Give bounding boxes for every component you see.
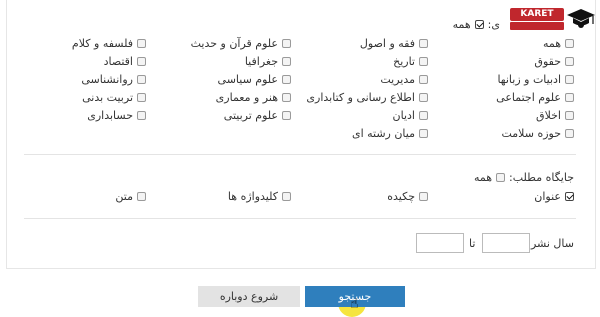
subject-checkbox[interactable]: علوم اجتماعی (496, 90, 574, 104)
checkbox-box[interactable] (282, 56, 291, 66)
checkbox-box[interactable] (419, 128, 428, 138)
checkbox-box[interactable] (419, 191, 428, 201)
subject-label: فقه و اصول (359, 36, 415, 50)
subject-checkbox[interactable]: میان رشته ای (352, 126, 428, 140)
position-option-label: متن (115, 189, 133, 203)
position-option-keywords[interactable]: کلیدواژه ها (228, 189, 291, 203)
subject-checkbox[interactable]: اطلاع رسانی و کتابداری (306, 90, 428, 104)
subject-label: جغرافیا (244, 54, 278, 68)
subjects-header-checkbox[interactable] (474, 19, 484, 29)
checkbox-box[interactable] (565, 92, 574, 102)
checkbox-box[interactable] (565, 56, 574, 66)
subject-checkbox[interactable]: علوم تربیتی (224, 108, 291, 122)
subject-checkbox[interactable]: مدیریت (380, 72, 428, 86)
logo-brand-text: KARET (510, 8, 564, 21)
subject-label: روانشناسی (81, 72, 133, 86)
subject-label: مدیریت (380, 72, 415, 86)
position-option-label: کلیدواژه ها (227, 189, 278, 203)
subject-label: همه (542, 36, 561, 50)
reset-button[interactable]: شروع دوباره (198, 286, 300, 307)
divider (24, 218, 576, 219)
checkbox-box[interactable] (282, 74, 291, 84)
subject-label: ادبیات و زبانها (497, 72, 561, 86)
checkbox-box[interactable] (419, 56, 428, 66)
graduation-cap-icon (567, 9, 595, 28)
checkbox-box[interactable] (137, 191, 146, 201)
subject-label: هنر و معماری (215, 90, 278, 104)
subject-label: میان رشته ای (351, 126, 415, 140)
subject-checkbox[interactable]: روانشناسی (81, 72, 146, 86)
logo-subtitle-bar (510, 22, 564, 30)
checkbox-box[interactable] (565, 38, 574, 48)
subject-label: اخلاق (536, 108, 561, 122)
subject-checkbox[interactable]: جغرافیا (245, 54, 291, 68)
subject-label: فلسفه و کلام (71, 36, 133, 50)
subject-checkbox[interactable]: حوزه سلامت (501, 126, 574, 140)
subject-label: علوم اجتماعی (496, 90, 561, 104)
checkbox-box[interactable] (137, 74, 146, 84)
subject-label: اطلاع رسانی و کتابداری (306, 90, 415, 104)
subject-checkbox[interactable]: ادبیات و زبانها (497, 72, 574, 86)
checkbox-box[interactable] (419, 92, 428, 102)
checkbox-box[interactable] (282, 191, 291, 201)
position-option-text[interactable]: متن (115, 189, 146, 203)
checkbox-box[interactable] (137, 38, 146, 48)
subject-checkbox[interactable]: اخلاق (536, 108, 574, 122)
position-option-label: چکیده (387, 189, 415, 203)
year-to-input[interactable] (416, 233, 464, 253)
subject-checkbox[interactable]: حسابداری (87, 108, 146, 122)
subject-checkbox[interactable]: حقوق (534, 54, 574, 68)
position-label: جایگاه مطلب: (509, 170, 574, 184)
position-option-title[interactable]: عنوان (534, 189, 574, 203)
checkbox-box[interactable] (419, 38, 428, 48)
subjects-header: ی: همه (453, 17, 500, 31)
subject-checkbox[interactable]: فلسفه و کلام (72, 36, 146, 50)
subjects-header-suffix: ی: (487, 17, 500, 31)
position-header: جایگاه مطلب: همه (474, 170, 574, 184)
subjects-header-all-label: همه (452, 17, 471, 31)
subject-label: اقتصاد (103, 54, 133, 68)
checkbox-box[interactable] (565, 191, 574, 201)
divider (24, 154, 576, 155)
subject-label: علوم سیاسی (217, 72, 278, 86)
year-to-label: تا (469, 237, 476, 250)
position-option-label: عنوان (534, 189, 561, 203)
subject-checkbox[interactable]: هنر و معماری (216, 90, 291, 104)
subject-checkbox[interactable]: همه (543, 36, 574, 50)
subject-label: حوزه سلامت (501, 126, 561, 140)
position-option-abstract[interactable]: چکیده (387, 189, 428, 203)
subject-checkbox[interactable]: تربیت بدنی (82, 90, 146, 104)
karet-logo: KARET (506, 5, 600, 33)
checkbox-box[interactable] (565, 74, 574, 84)
subject-label: ادیان (392, 108, 415, 122)
checkbox-box[interactable] (419, 110, 428, 120)
subject-label: علوم تربیتی (223, 108, 278, 122)
checkbox-box[interactable] (282, 92, 291, 102)
subject-label: علوم قرآن و حدیث (190, 36, 278, 50)
subject-checkbox[interactable]: اقتصاد (104, 54, 146, 68)
subject-checkbox[interactable]: علوم سیاسی (218, 72, 291, 86)
subject-label: حسابداری (87, 108, 133, 122)
checkbox-box[interactable] (565, 110, 574, 120)
subject-checkbox[interactable]: ادیان (393, 108, 428, 122)
hand-cursor-icon: ☝ (350, 296, 359, 312)
checkbox-box[interactable] (565, 128, 574, 138)
checkbox-box[interactable] (137, 92, 146, 102)
subject-label: حقوق (534, 54, 561, 68)
year-from-input[interactable] (482, 233, 530, 253)
subject-label: تاریخ (393, 54, 415, 68)
checkbox-box[interactable] (419, 74, 428, 84)
subject-checkbox[interactable]: فقه و اصول (360, 36, 428, 50)
subject-checkbox[interactable]: تاریخ (393, 54, 428, 68)
checkbox-box[interactable] (282, 110, 291, 120)
position-all-checkbox[interactable] (496, 172, 506, 182)
subject-label: تربیت بدنی (82, 90, 133, 104)
checkbox-box[interactable] (137, 56, 146, 66)
checkbox-box[interactable] (137, 110, 146, 120)
position-all-label: همه (473, 170, 493, 184)
subject-checkbox[interactable]: علوم قرآن و حدیث (191, 36, 291, 50)
checkbox-box[interactable] (282, 38, 291, 48)
